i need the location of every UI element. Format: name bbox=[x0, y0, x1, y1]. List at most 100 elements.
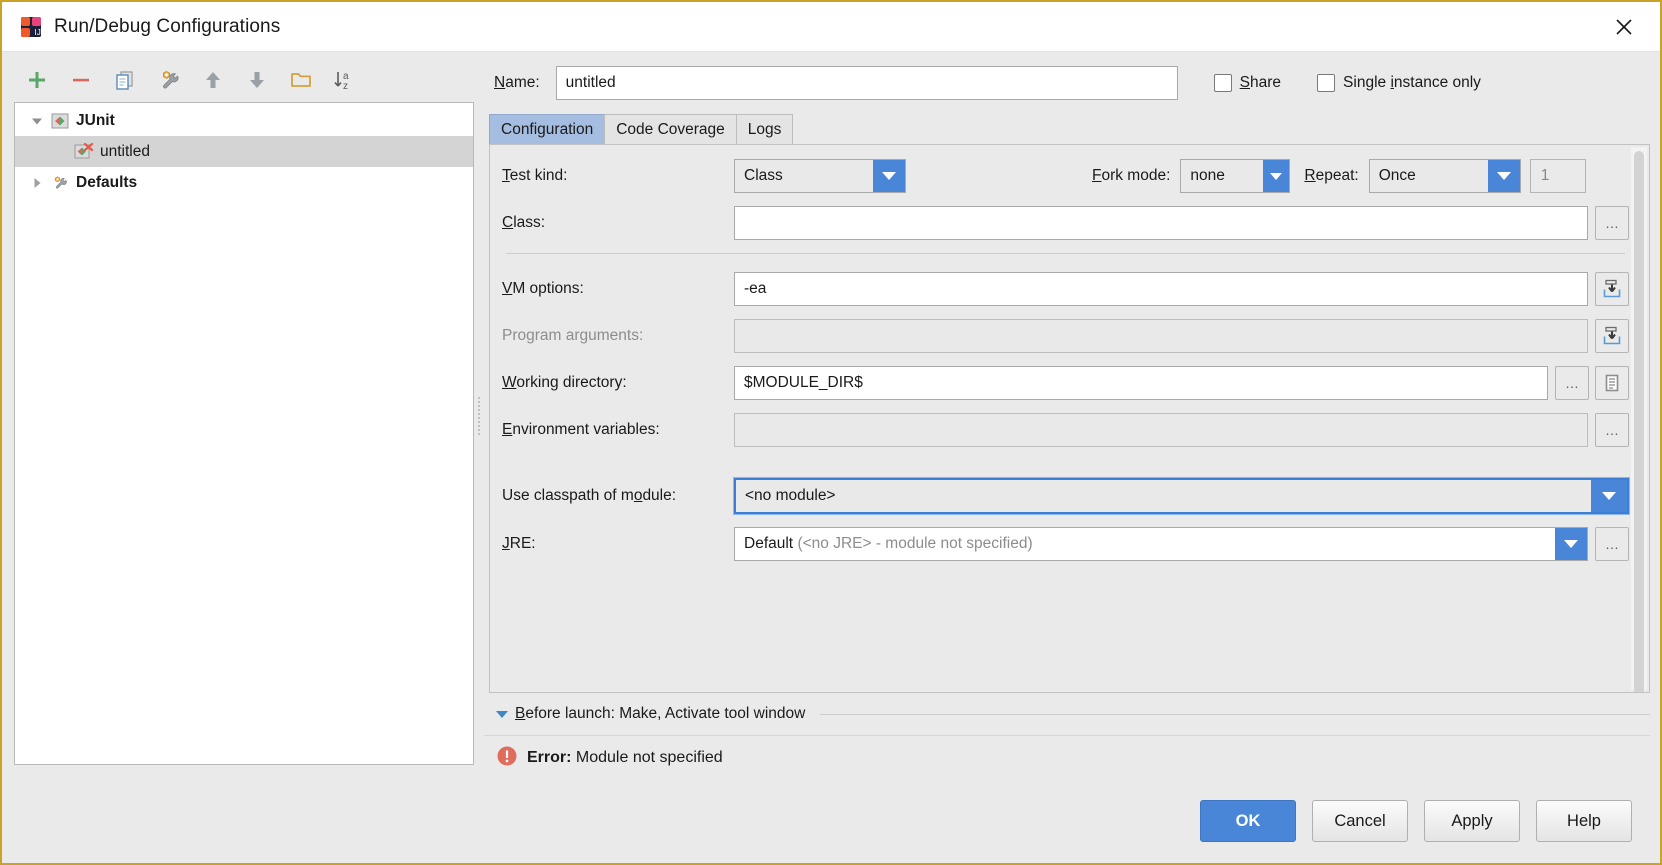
error-row: Error: Module not specified bbox=[484, 735, 1650, 779]
single-instance-only-checkbox[interactable]: Single instance only bbox=[1317, 74, 1481, 92]
name-label: Name: bbox=[494, 74, 540, 91]
chevron-down-icon[interactable] bbox=[1487, 160, 1520, 192]
wrench-icon bbox=[49, 174, 71, 192]
close-icon[interactable] bbox=[1602, 8, 1646, 46]
use-classpath-of-module-select[interactable]: <no module> bbox=[733, 477, 1630, 515]
macros-icon[interactable] bbox=[1595, 366, 1629, 400]
chevron-down-icon[interactable] bbox=[1263, 160, 1290, 192]
arrow-up-icon[interactable] bbox=[200, 67, 226, 93]
expand-editor-icon[interactable] bbox=[1595, 319, 1629, 353]
sort-az-icon[interactable]: a z bbox=[332, 67, 358, 93]
wrench-icon[interactable] bbox=[156, 67, 182, 93]
jre-value-hint: (<no JRE> - module not specified) bbox=[797, 535, 1033, 552]
chevron-down-icon[interactable] bbox=[25, 114, 49, 128]
error-icon bbox=[496, 745, 518, 771]
tree-node-label: untitled bbox=[100, 142, 150, 160]
help-button[interactable]: Help bbox=[1536, 800, 1632, 842]
expand-editor-icon[interactable] bbox=[1595, 272, 1629, 306]
jre-label: JRE: bbox=[502, 535, 536, 552]
configuration-scrollbar[interactable] bbox=[1631, 147, 1647, 692]
test-kind-value: Class bbox=[744, 167, 783, 184]
title-bar: IJ Run/Debug Configurations bbox=[2, 2, 1660, 52]
before-launch-text: efore launch: Make, Activate tool window bbox=[525, 705, 806, 722]
before-launch-section[interactable]: Before launch: Make, Activate tool windo… bbox=[484, 693, 1650, 735]
tab-configuration[interactable]: Configuration bbox=[489, 114, 606, 144]
repeat-value: Once bbox=[1378, 167, 1416, 184]
vm-options-row: VM options: -ea bbox=[502, 272, 1629, 306]
chevron-down-icon[interactable] bbox=[873, 160, 905, 192]
vm-options-label: VM options: bbox=[502, 280, 584, 297]
chevron-down-icon[interactable] bbox=[1591, 480, 1627, 512]
test-kind-row: Test kind: Class Fork mode: none Repeat: bbox=[502, 159, 1629, 193]
tab-logs[interactable]: Logs bbox=[735, 114, 794, 144]
svg-text:z: z bbox=[343, 81, 348, 92]
copy-icon[interactable] bbox=[112, 67, 138, 93]
share-checkbox[interactable]: Share bbox=[1213, 74, 1281, 92]
page-title: Run/Debug Configurations bbox=[54, 15, 281, 37]
environment-variables-row: Environment variables: … bbox=[502, 413, 1629, 447]
vm-options-input[interactable]: -ea bbox=[734, 272, 1588, 306]
splitter-grip bbox=[477, 395, 481, 436]
environment-variables-input[interactable] bbox=[734, 413, 1588, 447]
apply-button[interactable]: Apply bbox=[1424, 800, 1520, 842]
tab-code-coverage[interactable]: Code Coverage bbox=[604, 114, 737, 144]
arrow-down-icon[interactable] bbox=[244, 67, 270, 93]
program-arguments-row: Program arguments: bbox=[502, 319, 1629, 353]
working-directory-input[interactable]: $MODULE_DIR$ bbox=[734, 366, 1548, 400]
configuration-tab-panel: Test kind: Class Fork mode: none Repeat: bbox=[489, 144, 1650, 693]
section-divider bbox=[506, 253, 1625, 254]
svg-text:IJ: IJ bbox=[35, 28, 41, 37]
class-label: Class: bbox=[502, 214, 546, 231]
working-directory-label: Working directory: bbox=[502, 374, 627, 391]
chevron-down-icon[interactable] bbox=[496, 710, 508, 718]
fork-mode-label: Fork mode: bbox=[1092, 167, 1171, 184]
before-launch-divider bbox=[820, 713, 1650, 715]
configurations-pane: a z JUnit untitled Defaults bbox=[2, 52, 474, 779]
cancel-button[interactable]: Cancel bbox=[1312, 800, 1408, 842]
dialog-body: a z JUnit untitled Defaults Name: untitl… bbox=[2, 52, 1660, 779]
folder-icon[interactable] bbox=[288, 67, 314, 93]
before-launch-label[interactable]: Before launch: Make, Activate tool windo… bbox=[515, 705, 805, 723]
repeat-select[interactable]: Once bbox=[1368, 159, 1521, 193]
tree-node-untitled[interactable]: untitled bbox=[15, 136, 473, 167]
tree-node-label: Defaults bbox=[76, 173, 138, 191]
name-input[interactable]: untitled bbox=[555, 66, 1178, 100]
test-kind-select[interactable]: Class bbox=[734, 159, 906, 193]
chevron-right-icon[interactable] bbox=[25, 176, 49, 190]
program-arguments-input[interactable] bbox=[734, 319, 1588, 353]
tree-node-junit[interactable]: JUnit bbox=[15, 105, 473, 136]
class-browse-button[interactable]: … bbox=[1595, 206, 1629, 240]
fork-mode-select[interactable]: none bbox=[1180, 159, 1291, 193]
single-instance-only-label: Single instance only bbox=[1343, 74, 1481, 91]
jre-row: JRE: Default (<no JRE> - module not spec… bbox=[502, 527, 1629, 561]
chevron-down-icon[interactable] bbox=[1555, 528, 1587, 560]
ok-button[interactable]: OK bbox=[1200, 800, 1296, 842]
jre-select[interactable]: Default (<no JRE> - module not specified… bbox=[734, 527, 1588, 561]
tree-node-defaults[interactable]: Defaults bbox=[15, 167, 473, 198]
use-classpath-of-module-label: Use classpath of module: bbox=[502, 487, 677, 504]
jre-browse-button[interactable]: … bbox=[1595, 527, 1629, 561]
pane-splitter[interactable] bbox=[474, 52, 484, 779]
class-row: Class: … bbox=[502, 206, 1629, 240]
run-debug-configurations-dialog: IJ Run/Debug Configurations a z JUnit un… bbox=[0, 0, 1662, 865]
intellij-idea-icon: IJ bbox=[20, 16, 42, 38]
configuration-form: Test kind: Class Fork mode: none Repeat: bbox=[490, 145, 1649, 692]
jre-value: Default bbox=[744, 535, 794, 552]
repeat-count-input[interactable]: 1 bbox=[1529, 159, 1586, 193]
junit-icon bbox=[49, 112, 71, 130]
class-input[interactable] bbox=[734, 206, 1588, 240]
error-message: Module not specified bbox=[575, 748, 723, 766]
error-text: Error: Module not specified bbox=[527, 749, 723, 767]
junit-run-error-icon bbox=[73, 142, 95, 161]
test-kind-label: Test kind: bbox=[502, 167, 568, 184]
plus-icon[interactable] bbox=[24, 67, 50, 93]
configurations-tree[interactable]: JUnit untitled Defaults bbox=[14, 102, 474, 765]
configuration-editor-pane: Name: untitled Share Single instance onl… bbox=[484, 52, 1660, 779]
working-directory-browse-button[interactable]: … bbox=[1555, 366, 1589, 400]
use-classpath-of-module-row: Use classpath of module: <no module> bbox=[502, 477, 1630, 515]
scrollbar-thumb[interactable] bbox=[1634, 151, 1644, 692]
environment-variables-browse-button[interactable]: … bbox=[1595, 413, 1629, 447]
error-prefix: Error: bbox=[527, 748, 572, 766]
fork-mode-value: none bbox=[1190, 167, 1225, 184]
minus-icon[interactable] bbox=[68, 67, 94, 93]
